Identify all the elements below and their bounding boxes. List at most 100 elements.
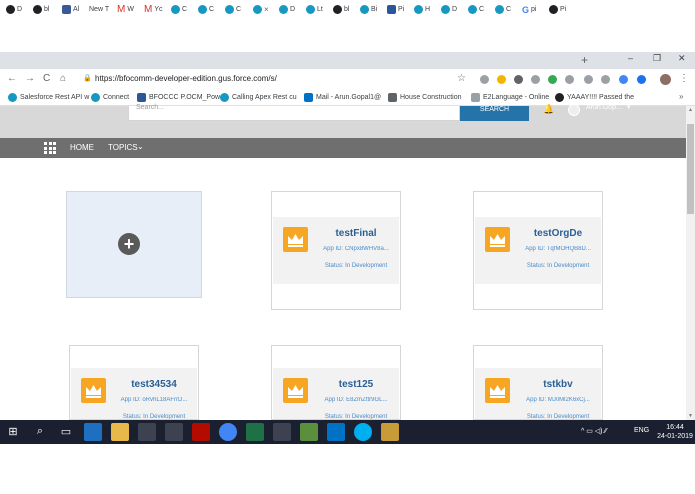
browser-tab[interactable]: M Yc — [144, 2, 163, 17]
extension-icon[interactable] — [514, 75, 523, 84]
calculator-icon[interactable] — [273, 423, 291, 441]
scrollbar-thumb[interactable] — [687, 124, 694, 214]
maximize-button[interactable]: ❐ — [653, 53, 661, 64]
scroll-down-arrow-icon[interactable]: ▼ — [688, 413, 693, 419]
notepad-icon[interactable] — [300, 423, 318, 441]
excel-icon[interactable] — [246, 423, 264, 441]
app-title[interactable]: tstkbv — [515, 379, 601, 390]
nav-topics-menu[interactable]: TOPICS — [108, 143, 138, 152]
browser-tab[interactable]: MW — [117, 2, 134, 17]
bookmark-item[interactable]: Calling Apex Rest cu — [220, 93, 297, 102]
app-card[interactable]: tstkbv App ID: MJ0Ml2K6xCj... Status: In… — [473, 345, 603, 420]
tab-label: C — [182, 6, 188, 13]
browser-tab-active[interactable]: × — [250, 2, 276, 17]
reload-button[interactable]: C — [43, 73, 50, 84]
app-title[interactable]: testOrgDe — [515, 228, 601, 239]
url-text[interactable]: https://bfocomm-developer-edition.gus.fo… — [95, 74, 277, 83]
extension-icon[interactable] — [584, 75, 593, 84]
extension-icon[interactable] — [565, 75, 574, 84]
bookmarks-more-icon[interactable]: » — [679, 92, 683, 101]
bookmark-item[interactable]: Salesforce Rest API w — [8, 93, 89, 102]
app-card[interactable]: testOrgDe App ID: TqfMOHQB8D... Status: … — [473, 191, 603, 310]
app-title[interactable]: test34534 — [111, 379, 197, 390]
bookmark-item[interactable]: E2Language - Online — [471, 93, 549, 102]
app-launcher-icon[interactable] — [44, 142, 56, 154]
mail-icon[interactable] — [165, 423, 183, 441]
app-card[interactable]: testFinal App ID: CNpx8WHV8a... Status: … — [271, 191, 401, 310]
chevron-down-icon[interactable]: ⌄ — [137, 142, 144, 151]
extension-icon[interactable] — [480, 75, 489, 84]
extension-icon[interactable] — [637, 75, 646, 84]
browser-tab[interactable]: Bi — [360, 2, 377, 17]
facebook-icon — [62, 5, 71, 14]
browser-tab[interactable]: D — [6, 2, 22, 17]
edge-browser-icon[interactable] — [84, 423, 102, 441]
notification-bell-icon[interactable]: 🔔 — [543, 104, 554, 115]
browser-tab[interactable]: New T — [89, 2, 109, 17]
github-icon — [555, 93, 564, 102]
file-explorer-icon[interactable] — [111, 423, 129, 441]
search-icon[interactable]: ⌕ — [31, 425, 49, 438]
bookmark-item[interactable]: Connect — [91, 93, 129, 102]
add-circle-icon[interactable]: + — [118, 233, 140, 255]
app-title[interactable]: testFinal — [313, 228, 399, 239]
tab-label: Yc — [154, 6, 163, 13]
browser-tab[interactable]: Lt — [306, 2, 323, 17]
home-button[interactable]: ⌂ — [60, 73, 66, 84]
browser-tab[interactable]: D — [441, 2, 457, 17]
salesforce-cloud-icon — [220, 93, 229, 102]
language-indicator[interactable]: ENG — [634, 427, 649, 434]
forward-button[interactable]: → — [25, 73, 35, 84]
app-title[interactable]: test125 — [313, 379, 399, 390]
acrobat-icon[interactable] — [192, 423, 210, 441]
browser-tab[interactable]: D — [279, 2, 295, 17]
close-window-button[interactable]: ✕ — [678, 53, 686, 64]
extension-icon[interactable] — [531, 75, 540, 84]
tab-close-icon[interactable]: × — [264, 5, 269, 14]
chevron-down-icon[interactable]: ▾ — [627, 103, 631, 111]
scroll-up-arrow-icon[interactable]: ▲ — [688, 107, 693, 113]
bookmark-item[interactable]: BFOCCC P.OCM_Pow — [137, 93, 220, 102]
browser-tab[interactable]: bl — [333, 2, 349, 17]
browser-tab[interactable]: C — [468, 2, 484, 17]
bookmark-item[interactable]: YAAAY!!!! Passed the — [555, 93, 634, 102]
user-name[interactable]: Arun.Gop... — [586, 104, 622, 111]
extension-icon[interactable] — [601, 75, 610, 84]
extension-icon[interactable] — [548, 75, 557, 84]
bookmark-item[interactable]: Mail - Arun.Gopal1@ — [304, 93, 381, 102]
profile-avatar[interactable] — [660, 74, 671, 85]
nav-home-link[interactable]: HOME — [70, 143, 94, 152]
browser-tab[interactable]: Pi — [549, 2, 566, 17]
search-button[interactable]: SEARCH — [460, 106, 529, 121]
browser-tab[interactable]: bl — [33, 2, 49, 17]
search-input[interactable] — [128, 106, 460, 121]
windows-start-icon[interactable]: ⊞ — [4, 425, 22, 438]
browser-menu-icon[interactable]: ⋮ — [679, 73, 689, 84]
system-tray[interactable]: ^ ▭ ◁) ⁄⁄ — [581, 427, 607, 435]
store-icon[interactable] — [138, 423, 156, 441]
browser-tab[interactable]: Pi — [387, 2, 404, 17]
browser-tab[interactable]: Al — [62, 2, 79, 17]
chrome-icon[interactable] — [219, 423, 237, 441]
browser-tab[interactable]: H — [414, 2, 430, 17]
outlook-icon[interactable] — [327, 423, 345, 441]
minimize-button[interactable]: – — [628, 53, 633, 63]
app-folder-icon[interactable] — [381, 423, 399, 441]
browser-tab[interactable]: C — [495, 2, 511, 17]
bookmark-star-icon[interactable]: ☆ — [457, 73, 466, 84]
browser-tab[interactable]: C — [171, 2, 187, 17]
new-tab-button[interactable]: + — [581, 53, 588, 67]
taskbar-clock[interactable]: 16:44 24-01-2019 — [655, 423, 695, 441]
bookmark-item[interactable]: House Construction — [388, 93, 461, 102]
skype-icon[interactable] — [354, 423, 372, 441]
extension-icon[interactable] — [497, 75, 506, 84]
browser-tab[interactable]: Gpi — [522, 2, 536, 17]
browser-tab[interactable]: C — [198, 2, 214, 17]
app-card[interactable]: test34534 App ID: oRvhL18AFrrD... Status… — [69, 345, 199, 420]
browser-tab[interactable]: C — [225, 2, 241, 17]
user-avatar[interactable] — [568, 104, 580, 116]
back-button[interactable]: ← — [7, 73, 17, 84]
app-card[interactable]: test125 App ID: E8ZmZttr9GL... Status: I… — [271, 345, 401, 420]
task-view-icon[interactable]: ▭ — [57, 425, 75, 438]
extension-icon[interactable] — [619, 75, 628, 84]
